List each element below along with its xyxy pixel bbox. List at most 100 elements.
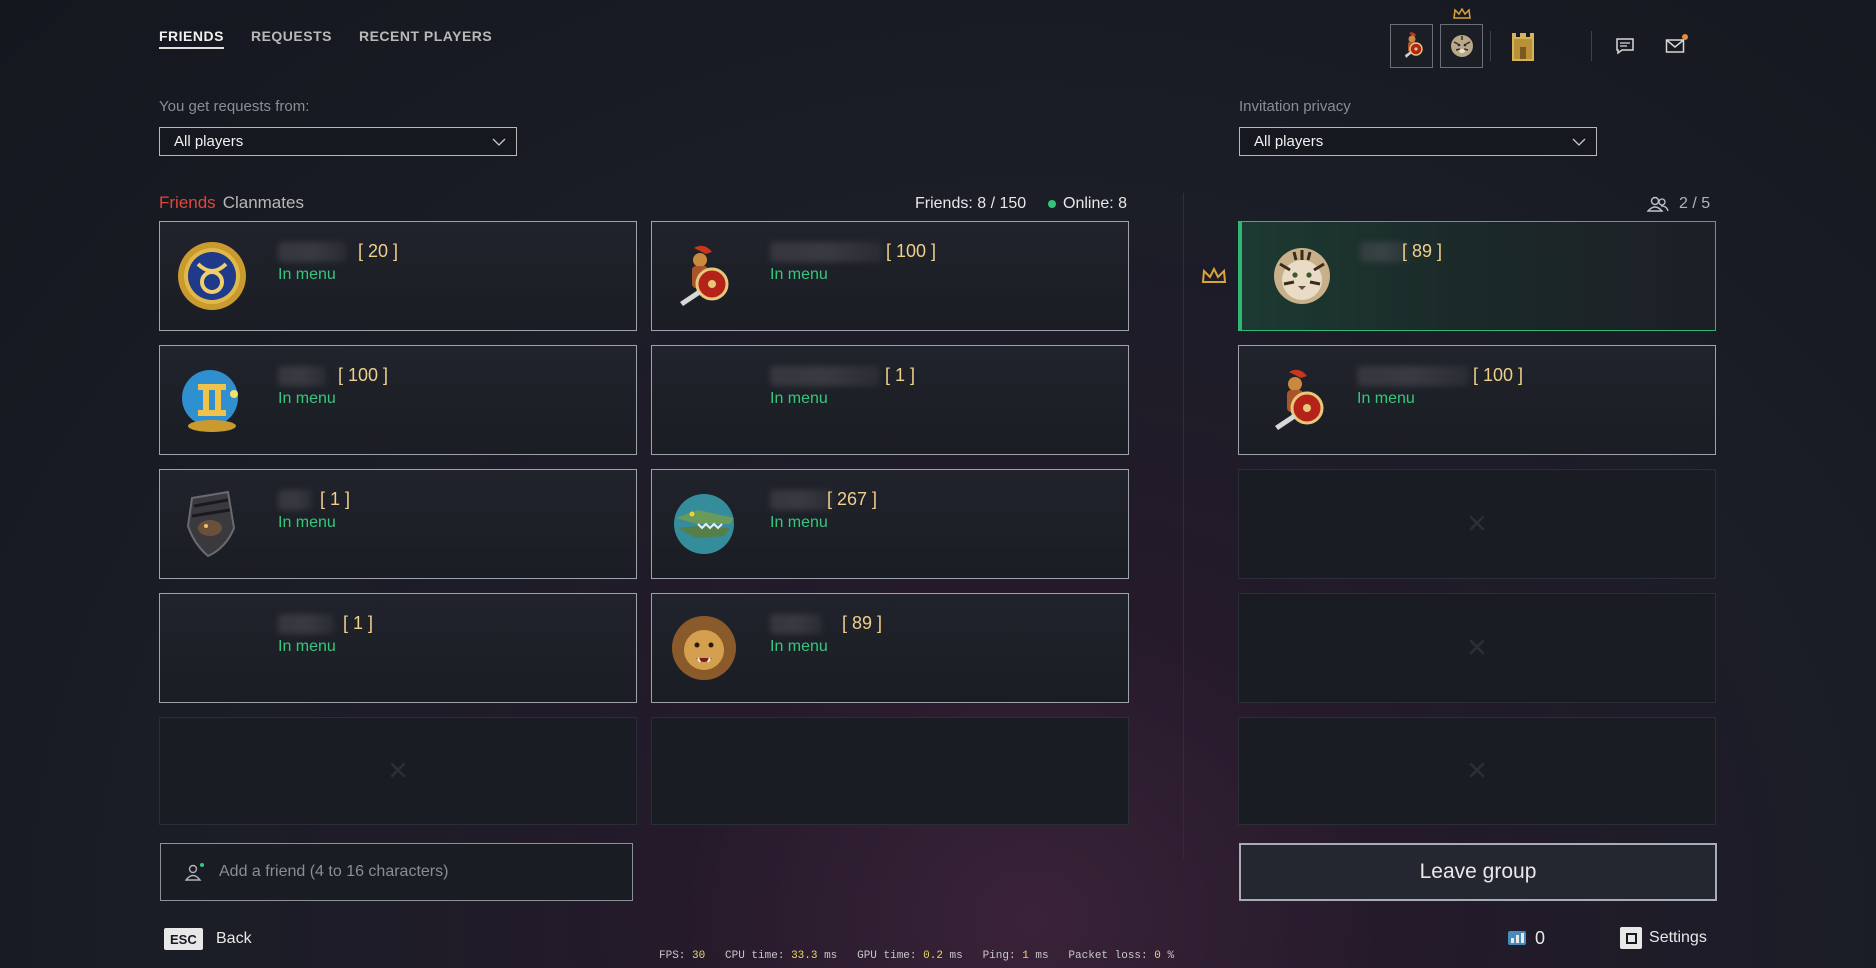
add-friend-field[interactable] xyxy=(160,843,633,901)
group-member-card-leader[interactable]: [ 89 ] xyxy=(1238,221,1716,331)
empty-slot-x-icon: ✕ xyxy=(1466,755,1488,786)
tab-recent-players[interactable]: RECENT PLAYERS xyxy=(359,28,492,49)
invitation-privacy-label: Invitation privacy xyxy=(1239,98,1351,115)
tab-friends[interactable]: FRIENDS xyxy=(159,28,224,49)
player-status: In menu xyxy=(770,514,828,531)
player-name-blurred xyxy=(278,366,326,386)
add-friend-input[interactable] xyxy=(219,863,619,881)
tab-clanmates[interactable]: Clanmates xyxy=(223,193,304,213)
player-level: [ 100 ] xyxy=(886,241,937,261)
network-stats-icon xyxy=(1508,931,1526,945)
empty-group-slot: ✕ xyxy=(1238,469,1716,579)
tab-friends-list[interactable]: Friends xyxy=(159,193,216,213)
player-level: [ 1 ] xyxy=(343,613,374,633)
empty-slot-x-icon: ✕ xyxy=(1466,508,1488,539)
player-level: [ 100 ] xyxy=(338,365,389,385)
divider xyxy=(1490,31,1491,61)
online-indicator: Online: 8 xyxy=(1048,195,1127,213)
friend-card[interactable]: [ 1 ] In menu xyxy=(159,593,637,703)
notification-dot xyxy=(1682,34,1688,40)
spartan-warrior-icon xyxy=(680,245,729,306)
friend-card[interactable]: [ 100 ] In menu xyxy=(159,345,637,455)
group-member-card[interactable]: [ 100 ] In menu xyxy=(1238,345,1716,455)
requests-from-value: All players xyxy=(174,133,244,150)
gemini-emblem-icon xyxy=(182,370,238,432)
packet-loss-value: 0 xyxy=(1154,950,1161,962)
party-slot-1[interactable] xyxy=(1390,24,1433,68)
player-level: [ 89 ] xyxy=(1402,241,1443,261)
player-status: In menu xyxy=(278,514,336,531)
chevron-down-icon xyxy=(1572,138,1586,146)
party-slot-2[interactable] xyxy=(1440,7,1483,68)
player-level: [ 1 ] xyxy=(320,489,351,509)
player-status: In menu xyxy=(770,266,828,283)
friend-card[interactable]: [ 1 ] In menu xyxy=(159,469,637,579)
crocodile-icon xyxy=(674,494,734,554)
mail-button[interactable] xyxy=(1660,31,1690,61)
clan-tower-button[interactable] xyxy=(1505,28,1541,64)
player-level: [ 20 ] xyxy=(358,241,399,261)
settings-key-icon xyxy=(1620,927,1643,949)
lion-icon xyxy=(672,616,736,680)
requests-from-label: You get requests from: xyxy=(159,98,310,115)
empty-friend-slot xyxy=(651,717,1129,825)
online-dot xyxy=(1048,200,1056,208)
group-members-icon xyxy=(1647,196,1669,212)
fps-value: 30 xyxy=(692,950,706,962)
esc-key-hint[interactable]: ESC xyxy=(164,928,203,950)
castle-tower-icon xyxy=(1512,33,1534,61)
leave-group-button[interactable]: Leave group xyxy=(1239,843,1717,901)
settings-button[interactable]: Settings xyxy=(1620,927,1707,949)
add-user-icon xyxy=(185,863,204,881)
column-divider xyxy=(1183,193,1184,858)
divider xyxy=(1591,31,1592,61)
friends-section-tabs: Friends Clanmates xyxy=(159,193,304,213)
invitation-privacy-select[interactable]: All players xyxy=(1239,127,1597,156)
player-status: In menu xyxy=(278,638,336,655)
player-level: [ 1 ] xyxy=(885,365,916,385)
friend-card[interactable]: [ 1 ] In menu xyxy=(651,345,1129,455)
player-name-blurred xyxy=(1357,366,1469,386)
online-count: Online: 8 xyxy=(1063,195,1128,212)
player-status: In menu xyxy=(278,390,336,407)
tab-requests[interactable]: REQUESTS xyxy=(251,28,332,49)
requests-from-select[interactable]: All players xyxy=(159,127,517,156)
friend-card[interactable]: [ 100 ] In menu xyxy=(651,221,1129,331)
player-level: [ 100 ] xyxy=(1473,365,1524,385)
player-name-blurred xyxy=(278,242,346,262)
spartan-warrior-icon xyxy=(1404,32,1423,58)
player-name-blurred xyxy=(1360,242,1408,262)
tiger-icon xyxy=(1450,35,1473,57)
empty-friend-slot: ✕ xyxy=(159,717,637,825)
network-stats-value: 0 xyxy=(1535,927,1546,948)
settings-label: Settings xyxy=(1649,929,1707,946)
chat-icon xyxy=(1616,38,1634,55)
player-level: [ 89 ] xyxy=(842,613,883,633)
tiger-icon xyxy=(1274,248,1330,304)
crown-icon xyxy=(1453,7,1471,25)
player-name-blurred xyxy=(770,614,822,634)
player-status: In menu xyxy=(770,390,828,407)
network-stats-toggle[interactable]: 0 xyxy=(1507,928,1545,949)
party-bar xyxy=(1390,7,1690,68)
chat-button[interactable] xyxy=(1610,31,1640,61)
back-button[interactable]: Back xyxy=(216,930,252,948)
taurus-emblem-icon xyxy=(178,242,246,310)
bottom-right-controls: 0 Settings xyxy=(1507,927,1707,949)
armored-shield-icon xyxy=(186,490,236,558)
gpu-time-value: 0.2 xyxy=(923,950,943,962)
empty-group-slot: ✕ xyxy=(1238,717,1716,825)
cpu-time-value: 33.3 xyxy=(791,950,818,962)
player-name-blurred xyxy=(770,242,882,262)
mail-icon xyxy=(1665,39,1685,53)
player-name-blurred xyxy=(770,490,832,510)
spartan-warrior-icon xyxy=(1275,369,1324,430)
empty-slot-x-icon: ✕ xyxy=(1466,632,1488,663)
friend-card[interactable]: [ 89 ] In menu xyxy=(651,593,1129,703)
performance-stats: FPS: 30 CPU time: 33.3 ms GPU time: 0.2 … xyxy=(659,950,1175,962)
friend-card[interactable]: [ 20 ] In menu xyxy=(159,221,637,331)
empty-slot-x-icon: ✕ xyxy=(387,755,409,786)
player-name-blurred xyxy=(278,490,312,510)
top-tabs: FRIENDS REQUESTS RECENT PLAYERS xyxy=(159,28,492,49)
friend-card[interactable]: [ 267 ] In menu xyxy=(651,469,1129,579)
